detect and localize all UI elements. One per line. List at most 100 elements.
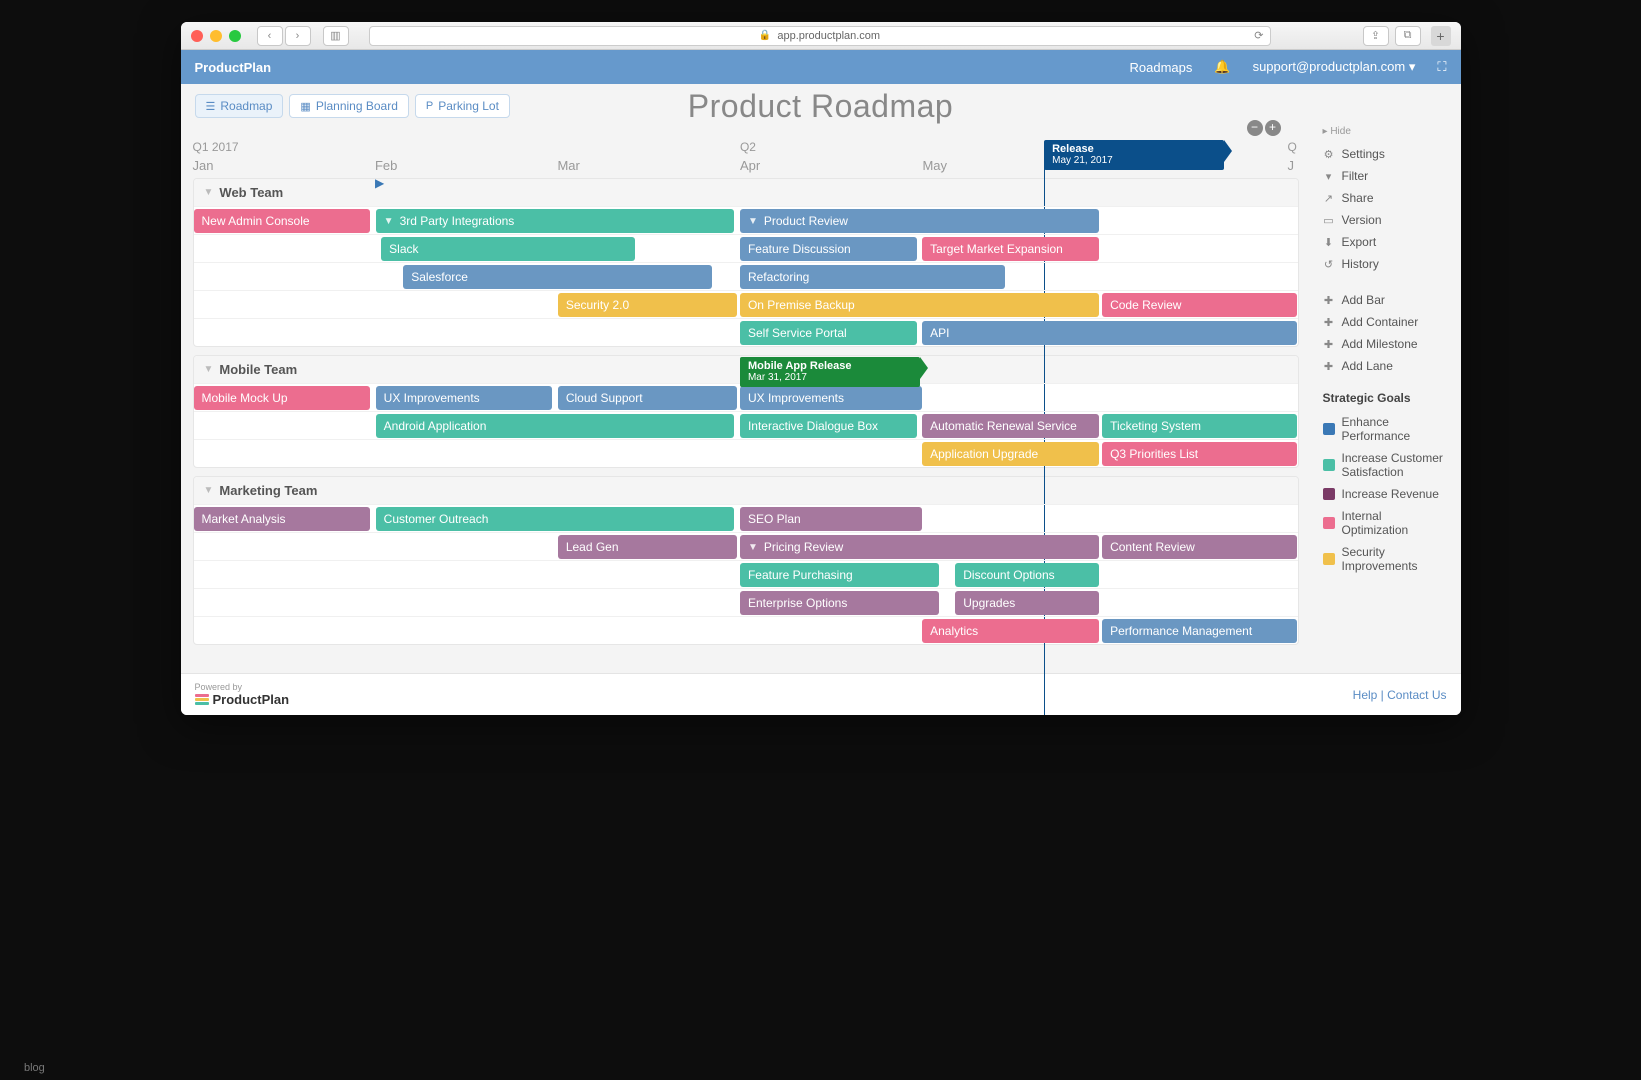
bar-salesforce[interactable]: Salesforce	[403, 265, 712, 289]
bar-on-premise-backup[interactable]: On Premise Backup	[740, 293, 1099, 317]
tab-planning-board[interactable]: ▦Planning Board	[289, 94, 408, 118]
color-swatch	[1323, 553, 1335, 565]
timeline-row: Lead Gen ▼ Pricing Review Content Review	[194, 532, 1298, 560]
lane-mobile: ▼Mobile TeamMobile App ReleaseMar 31, 20…	[193, 355, 1299, 468]
bar-pricing-review[interactable]: ▼ Pricing Review	[740, 535, 1099, 559]
menu-history[interactable]: ↺History	[1323, 253, 1449, 275]
body: Q1 2017Q2QJanFebMarAprMayJReleaseMay 21,…	[181, 118, 1461, 673]
menu-version[interactable]: ▭Version	[1323, 209, 1449, 231]
bar-performance-management[interactable]: Performance Management	[1102, 619, 1297, 643]
bar-product-review[interactable]: ▼Product Review	[740, 209, 1099, 233]
timeline-row: Self Service PortalAPI	[194, 318, 1298, 346]
bar-automatic-renewal-service[interactable]: Automatic Renewal Service	[922, 414, 1099, 438]
bar-lead-gen[interactable]: Lead Gen	[558, 535, 737, 559]
tab-parking-lot[interactable]: PParking Lot	[415, 94, 510, 118]
tabs-button[interactable]: ⧉	[1395, 26, 1421, 46]
bar-analytics[interactable]: Analytics	[922, 619, 1099, 643]
bar-label: Slack	[389, 242, 418, 256]
color-swatch	[1323, 423, 1335, 435]
bar-ux-improvements[interactable]: UX Improvements	[740, 386, 922, 410]
mobile-release-flag[interactable]: Mobile App ReleaseMar 31, 2017	[740, 357, 920, 387]
add-add-milestone[interactable]: ✚Add Milestone	[1323, 333, 1449, 355]
bar-label: Android Application	[384, 419, 487, 433]
add-add-container[interactable]: ✚Add Container	[1323, 311, 1449, 333]
chevron-down-icon: ▼	[748, 542, 758, 553]
goal-enhance-performance: Enhance Performance	[1323, 411, 1449, 447]
sidebar-toggle[interactable]: ▥	[323, 26, 349, 46]
bar-q3-priorities-list[interactable]: Q3 Priorities List	[1102, 442, 1297, 466]
menu-export[interactable]: ⬇Export	[1323, 231, 1449, 253]
roadmap-icon: ☰	[206, 100, 216, 113]
nav-roadmaps[interactable]: Roadmaps	[1130, 60, 1193, 75]
bar-market-analysis[interactable]: Market Analysis	[194, 507, 371, 531]
bar-feature-discussion[interactable]: Feature Discussion	[740, 237, 917, 261]
bar-upgrades[interactable]: Upgrades	[955, 591, 1099, 615]
close-icon[interactable]	[191, 30, 203, 42]
bar-ux-improvements[interactable]: UX Improvements	[376, 386, 553, 410]
forward-button[interactable]: ›	[285, 26, 311, 46]
color-swatch	[1323, 459, 1335, 471]
menu-settings[interactable]: ⚙Settings	[1323, 143, 1449, 165]
add-add-bar[interactable]: ✚Add Bar	[1323, 289, 1449, 311]
lock-icon: 🔒	[759, 30, 771, 41]
timeline-row: Enterprise Options Upgrades	[194, 588, 1298, 616]
sidebar-menu: ⚙Settings▾Filter↗Share▭Version⬇Export↺Hi…	[1323, 143, 1449, 275]
hide-sidebar[interactable]: ▸ Hide	[1323, 126, 1449, 137]
lane-header[interactable]: ▼Web Team	[194, 179, 1298, 206]
month-label: May	[922, 158, 947, 173]
tab-roadmap[interactable]: ☰Roadmap	[195, 94, 284, 118]
bar-code-review[interactable]: Code Review	[1102, 293, 1297, 317]
fullscreen-icon[interactable]: ⛶	[1437, 59, 1446, 75]
contact-link[interactable]: Contact Us	[1387, 688, 1446, 702]
menu-filter[interactable]: ▾Filter	[1323, 165, 1449, 187]
browser-window: ‹ › ▥ 🔒 app.productplan.com ⟳ ⇪ ⧉ + Prod…	[181, 22, 1461, 715]
bar-refactoring[interactable]: Refactoring	[740, 265, 1005, 289]
url-bar[interactable]: 🔒 app.productplan.com ⟳	[369, 26, 1271, 46]
user-menu[interactable]: support@productplan.com ▾	[1253, 59, 1416, 75]
bar-cloud-support[interactable]: Cloud Support	[558, 386, 737, 410]
bar-security-2-0[interactable]: Security 2.0	[558, 293, 737, 317]
reload-icon[interactable]: ⟳	[1254, 29, 1263, 42]
bar-slack[interactable]: Slack	[381, 237, 635, 261]
bar-ticketing-system[interactable]: Ticketing System	[1102, 414, 1297, 438]
bar-android-application[interactable]: Android Application	[376, 414, 735, 438]
notifications-icon[interactable]: 🔔	[1214, 59, 1230, 75]
lane-header[interactable]: ▼Marketing Team	[194, 477, 1298, 504]
bar-label: Feature Purchasing	[748, 568, 853, 582]
bar-application-upgrade[interactable]: Application Upgrade	[922, 442, 1099, 466]
new-tab-button[interactable]: +	[1431, 26, 1451, 46]
help-link[interactable]: Help	[1353, 688, 1378, 702]
bar-api[interactable]: API	[922, 321, 1297, 345]
bar-feature-purchasing[interactable]: Feature Purchasing	[740, 563, 939, 587]
maximize-icon[interactable]	[229, 30, 241, 42]
bar-mobile-mock-up[interactable]: Mobile Mock Up	[194, 386, 371, 410]
month-label: Apr	[740, 158, 760, 173]
share-button[interactable]: ⇪	[1363, 26, 1389, 46]
bar-content-review[interactable]: Content Review	[1102, 535, 1297, 559]
version-icon: ▭	[1323, 214, 1335, 227]
bar-discount-options[interactable]: Discount Options	[955, 563, 1099, 587]
bar-enterprise-options[interactable]: Enterprise Options	[740, 591, 939, 615]
bar-customer-outreach[interactable]: Customer Outreach	[376, 507, 735, 531]
release-flag[interactable]: ReleaseMay 21, 2017	[1044, 140, 1224, 170]
back-button[interactable]: ‹	[257, 26, 283, 46]
add-add-lane[interactable]: ✚Add Lane	[1323, 355, 1449, 377]
timeline-row: Security 2.0On Premise BackupCode Review	[194, 290, 1298, 318]
timeline-row: New Admin Console▼3rd Party Integrations…	[194, 206, 1298, 234]
goal-internal-optimization: Internal Optimization	[1323, 505, 1449, 541]
chevron-down-icon: ▼	[204, 485, 214, 496]
bar-label: Salesforce	[411, 270, 468, 284]
bar-3rd-party-integrations[interactable]: ▼3rd Party Integrations	[376, 209, 735, 233]
bar-target-market-expansion[interactable]: Target Market Expansion	[922, 237, 1099, 261]
bar-label: Pricing Review	[764, 540, 843, 554]
bar-interactive-dialogue-box[interactable]: Interactive Dialogue Box	[740, 414, 917, 438]
month-label: Feb	[375, 158, 397, 173]
bar-seo-plan[interactable]: SEO Plan	[740, 507, 922, 531]
bar-label: Refactoring	[748, 270, 809, 284]
minimize-icon[interactable]	[210, 30, 222, 42]
legend: Enhance PerformanceIncrease Customer Sat…	[1323, 411, 1449, 577]
menu-share[interactable]: ↗Share	[1323, 187, 1449, 209]
bar-new-admin-console[interactable]: New Admin Console	[194, 209, 371, 233]
bar-self-service-portal[interactable]: Self Service Portal	[740, 321, 917, 345]
playhead-icon[interactable]: ▶	[375, 176, 384, 190]
